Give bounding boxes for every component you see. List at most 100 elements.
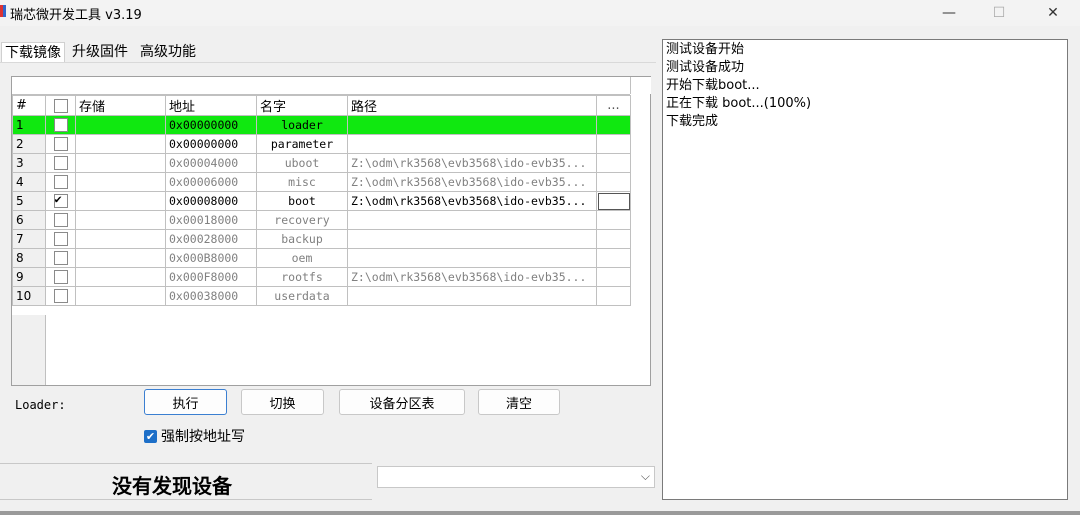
row-checkbox-cell[interactable] <box>45 286 76 306</box>
row-path[interactable]: Z:\odm\rk3568\evb3568\ido-evb35... <box>347 191 597 211</box>
row-number[interactable]: 5 <box>12 191 46 211</box>
row-browse-cell[interactable] <box>596 172 631 192</box>
row-browse-cell[interactable] <box>596 210 631 230</box>
row-checkbox[interactable] <box>53 118 68 133</box>
row-address[interactable]: 0x00000000 <box>165 134 257 154</box>
tab-upgrade-firmware[interactable]: 升级固件 <box>69 42 131 62</box>
row-checkbox[interactable] <box>53 175 68 190</box>
table-row[interactable]: 2 0x00000000 parameter <box>12 134 631 154</box>
device-combo-box[interactable]: ⌵ <box>377 466 655 488</box>
row-checkbox-cell[interactable] <box>45 229 76 249</box>
row-browse-cell[interactable] <box>596 248 631 268</box>
row-number[interactable]: 8 <box>12 248 46 268</box>
row-storage[interactable] <box>75 210 166 230</box>
row-name[interactable]: userdata <box>256 286 348 306</box>
table-row[interactable]: 3 0x00004000 uboot Z:\odm\rk3568\evb3568\id… <box>12 153 631 173</box>
header-num[interactable]: # <box>12 95 46 116</box>
row-checkbox-cell[interactable] <box>45 248 76 268</box>
row-browse-cell[interactable] <box>596 229 631 249</box>
row-number[interactable]: 10 <box>12 286 46 306</box>
row-name[interactable]: rootfs <box>256 267 348 287</box>
maximize-button[interactable]: ☐ <box>976 0 1022 26</box>
row-checkbox-cell[interactable] <box>45 191 76 211</box>
row-browse-cell[interactable] <box>596 134 631 154</box>
row-number[interactable]: 1 <box>12 115 46 135</box>
table-row[interactable]: 9 0x000F8000 rootfs Z:\odm\rk3568\evb3568\i… <box>12 267 631 287</box>
table-row[interactable]: 4 0x00006000 misc Z:\odm\rk3568\evb3568\ido… <box>12 172 631 192</box>
row-storage[interactable] <box>75 267 166 287</box>
row-checkbox[interactable] <box>53 156 68 171</box>
row-checkbox[interactable] <box>53 213 68 228</box>
row-path[interactable] <box>347 286 597 306</box>
row-path[interactable] <box>347 248 597 268</box>
row-storage[interactable] <box>75 191 166 211</box>
table-row[interactable]: 7 0x00028000 backup <box>12 229 631 249</box>
row-path[interactable] <box>347 229 597 249</box>
row-checkbox-cell[interactable] <box>45 267 76 287</box>
header-check[interactable] <box>45 95 76 116</box>
row-address[interactable]: 0x00004000 <box>165 153 257 173</box>
row-checkbox-cell[interactable] <box>45 172 76 192</box>
row-number[interactable]: 9 <box>12 267 46 287</box>
row-browse-cell[interactable] <box>596 115 631 135</box>
row-number[interactable]: 7 <box>12 229 46 249</box>
header-address[interactable]: 地址 <box>165 95 257 116</box>
row-address[interactable]: 0x00018000 <box>165 210 257 230</box>
row-path[interactable]: Z:\odm\rk3568\evb3568\ido-evb35... <box>347 153 597 173</box>
row-storage[interactable] <box>75 115 166 135</box>
row-browse-cell[interactable] <box>596 153 631 173</box>
row-checkbox[interactable] <box>53 193 68 209</box>
row-name[interactable]: uboot <box>256 153 348 173</box>
select-all-checkbox[interactable] <box>53 98 68 113</box>
row-checkbox[interactable] <box>53 270 68 285</box>
row-address[interactable]: 0x000B8000 <box>165 248 257 268</box>
row-name[interactable]: recovery <box>256 210 348 230</box>
row-address[interactable]: 0x00038000 <box>165 286 257 306</box>
row-storage[interactable] <box>75 286 166 306</box>
row-path[interactable]: Z:\odm\rk3568\evb3568\ido-evb35... <box>347 267 597 287</box>
row-checkbox-cell[interactable] <box>45 210 76 230</box>
row-name[interactable]: parameter <box>256 134 348 154</box>
header-name[interactable]: 名字 <box>256 95 348 116</box>
row-browse-cell[interactable] <box>596 191 631 211</box>
row-checkbox[interactable] <box>53 232 68 247</box>
table-row[interactable]: 1 0x00000000 loader <box>12 115 631 135</box>
row-storage[interactable] <box>75 248 166 268</box>
row-storage[interactable] <box>75 229 166 249</box>
header-storage[interactable]: 存储 <box>75 95 166 116</box>
row-checkbox-cell[interactable] <box>45 134 76 154</box>
row-name[interactable]: oem <box>256 248 348 268</box>
row-name[interactable]: loader <box>256 115 348 135</box>
row-address[interactable]: 0x00006000 <box>165 172 257 192</box>
table-row[interactable]: 6 0x00018000 recovery <box>12 210 631 230</box>
row-path[interactable] <box>347 134 597 154</box>
row-checkbox-cell[interactable] <box>45 153 76 173</box>
tab-download-image[interactable]: 下载镜像 <box>1 42 65 63</box>
switch-button[interactable]: 切换 <box>241 389 324 415</box>
row-address[interactable]: 0x000F8000 <box>165 267 257 287</box>
row-browse-cell[interactable] <box>596 286 631 306</box>
row-number[interactable]: 2 <box>12 134 46 154</box>
row-checkbox[interactable] <box>53 289 68 304</box>
close-button[interactable]: ✕ <box>1030 0 1076 26</box>
row-storage[interactable] <box>75 172 166 192</box>
row-name[interactable]: backup <box>256 229 348 249</box>
row-checkbox[interactable] <box>53 251 68 266</box>
row-number[interactable]: 6 <box>12 210 46 230</box>
minimize-button[interactable]: — <box>926 0 972 26</box>
row-path[interactable]: Z:\odm\rk3568\evb3568\ido-evb35... <box>347 172 597 192</box>
run-button[interactable]: 执行 <box>144 389 227 415</box>
row-path[interactable] <box>347 115 597 135</box>
row-number[interactable]: 3 <box>12 153 46 173</box>
header-path[interactable]: 路径 <box>347 95 597 116</box>
tab-advanced[interactable]: 高级功能 <box>137 42 199 62</box>
device-partition-table-button[interactable]: 设备分区表 <box>339 389 465 415</box>
row-browse-cell[interactable] <box>596 267 631 287</box>
header-more[interactable]: ... <box>596 95 631 116</box>
row-address[interactable]: 0x00008000 <box>165 191 257 211</box>
table-row[interactable]: 8 0x000B8000 oem <box>12 248 631 268</box>
row-address[interactable]: 0x00000000 <box>165 115 257 135</box>
row-checkbox-cell[interactable] <box>45 115 76 135</box>
row-storage[interactable] <box>75 134 166 154</box>
row-name[interactable]: boot <box>256 191 348 211</box>
